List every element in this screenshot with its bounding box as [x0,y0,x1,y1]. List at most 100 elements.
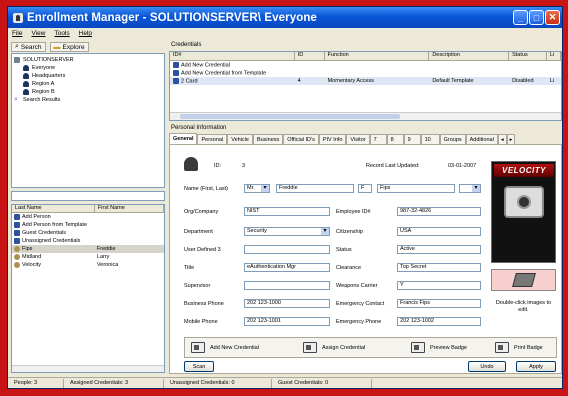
tree-node-region-a[interactable]: Region A [14,80,162,88]
tab-personal[interactable]: Personal [197,134,228,144]
minimize-button[interactable]: _ [513,10,528,25]
tab-7[interactable]: 7 [369,134,387,144]
close-button[interactable]: ✕ [545,10,560,25]
tab-business[interactable]: Business [252,134,284,144]
record-updated-label: Record Last Updated: [366,163,420,169]
supervisor-label: Supervisor [184,283,211,289]
tab-8[interactable]: 8 [386,134,404,144]
org-field[interactable]: NIST [244,207,330,216]
col-id-number[interactable]: ID# [170,52,295,60]
person-icon [14,262,20,268]
list-item[interactable]: Velocity Veronica [12,261,164,269]
menu-tools[interactable]: Tools [54,30,69,37]
menu-view[interactable]: View [31,30,45,37]
tree-node-headquarters[interactable]: Headquarters [14,72,162,80]
print-badge-icon [495,342,509,353]
add-new-credential-button[interactable]: Add New Credential [191,342,259,353]
credentials-table: ID# ID Function Description Status Li Ad… [169,51,562,121]
signature-image[interactable] [491,269,556,291]
search-icon: ⌕ [15,43,19,50]
status-unassigned: Unassigned Credentials: 0 [164,378,272,388]
employee-id-field[interactable]: 987-32-4826 [397,207,481,216]
supervisor-field[interactable] [244,281,330,290]
list-item[interactable]: Fips Freddie [12,245,164,253]
weapons-carrier-field[interactable]: Y [397,281,481,290]
emergency-phone-field[interactable]: 202 123-1002 [397,317,481,326]
preview-badge-button[interactable]: Preview Badge [411,342,467,353]
emergency-contact-field[interactable]: Francis Fips [397,299,481,308]
col-status[interactable]: Status [509,52,548,60]
group-icon [23,65,29,71]
tab-scroll-right-icon[interactable]: ▸ [506,134,516,144]
mobile-phone-field[interactable]: 202 123-1001 [244,317,330,326]
scan-button[interactable]: Scan [184,361,214,372]
explore-tab[interactable]: ▬ Explore [49,42,89,52]
col-first-name[interactable]: First Name [95,205,164,212]
middle-initial-field[interactable]: F [358,184,372,193]
first-name-field[interactable]: Freddie [276,184,354,193]
business-phone-field[interactable]: 202 123-1000 [244,299,330,308]
credentials-scrollbar[interactable] [170,112,561,120]
tab-piv-info[interactable]: PIV Info [318,134,347,144]
citizenship-field[interactable]: USA [397,227,481,236]
tab-vehicle[interactable]: Vehicle [227,134,253,144]
double-click-hint: Double-click images to edit. [495,300,552,313]
department-label: Department [184,229,213,235]
folder-icon: ▬ [53,43,61,51]
tree-node-region-b[interactable]: Region B [14,88,162,96]
col-function[interactable]: Function [325,52,430,60]
tab-scroll-left-icon[interactable]: ◂ [497,134,507,144]
tree-node-search-results[interactable]: ⌕ Search Results [14,96,162,104]
list-item[interactable]: Add Person from Template [12,221,164,229]
list-item[interactable]: Midland Larry [12,253,164,261]
department-select[interactable]: Security [244,227,330,236]
list-item[interactable]: Guest Credentials [12,229,164,237]
undo-button[interactable]: Undo [468,361,506,372]
list-item[interactable]: Add Person [12,213,164,221]
col-last-name[interactable]: Last Name [12,205,95,212]
table-row[interactable]: Add New Credential from Template [170,69,561,77]
tree-node-everyone[interactable]: Everyone [14,64,162,72]
tree-node-server[interactable]: SOLUTIONSERVER [14,56,162,64]
name-prefix-select[interactable]: Mr. [244,184,270,193]
group-icon [23,81,29,87]
tab-visitor[interactable]: Visitor [346,134,370,144]
last-name-field[interactable]: Fips [377,184,455,193]
people-filter-input[interactable] [11,191,165,201]
list-item[interactable]: Unassigned Credentials [12,237,164,245]
print-badge-button[interactable]: Print Badge [495,342,543,353]
name-label: Name (First, Last) [184,186,229,192]
photo-image[interactable]: VELOCITY [491,161,556,263]
menu-bar: File View Tools Help [8,28,562,39]
col-description[interactable]: Description [429,52,510,60]
menu-file[interactable]: File [12,30,22,37]
add-credential-icon [191,342,205,353]
horizontal-scrollbar[interactable] [12,365,164,372]
clearance-field[interactable]: Top Secret [397,263,481,272]
app-icon [13,12,23,23]
apply-button[interactable]: Apply [516,361,556,372]
col-li[interactable]: Li [547,52,561,60]
user-defined-3-label: User Defined 3 [184,247,221,253]
tab-official-ids[interactable]: Official ID's [283,134,319,144]
tab-general[interactable]: General [169,133,198,144]
tab-groups[interactable]: Groups [439,134,466,144]
tab-10[interactable]: 10 [420,134,440,144]
user-defined-3-field[interactable] [244,245,330,254]
status-label: Status [336,247,352,253]
status-people: People: 3 [8,378,64,388]
table-row[interactable]: 2 Card 4 Momentary Access Default Templa… [170,77,561,85]
tab-additional[interactable]: Additional [465,134,498,144]
title-field[interactable]: eAuthentication Mgr [244,263,330,272]
table-row[interactable]: Add New Credential [170,61,561,69]
status-field[interactable]: Active [397,245,481,254]
col-id[interactable]: ID [295,52,325,60]
tab-9[interactable]: 9 [403,134,421,144]
menu-help[interactable]: Help [79,30,92,37]
assign-credential-button[interactable]: Assign Credential [303,342,365,353]
search-tab[interactable]: ⌕ Search [11,42,46,52]
maximize-button[interactable]: □ [529,10,544,25]
name-suffix-select[interactable] [459,184,481,193]
credentials-panel: Credentials ID# ID Function Description … [169,42,562,122]
group-tree: SOLUTIONSERVER Everyone Headquarters Reg… [11,53,165,188]
